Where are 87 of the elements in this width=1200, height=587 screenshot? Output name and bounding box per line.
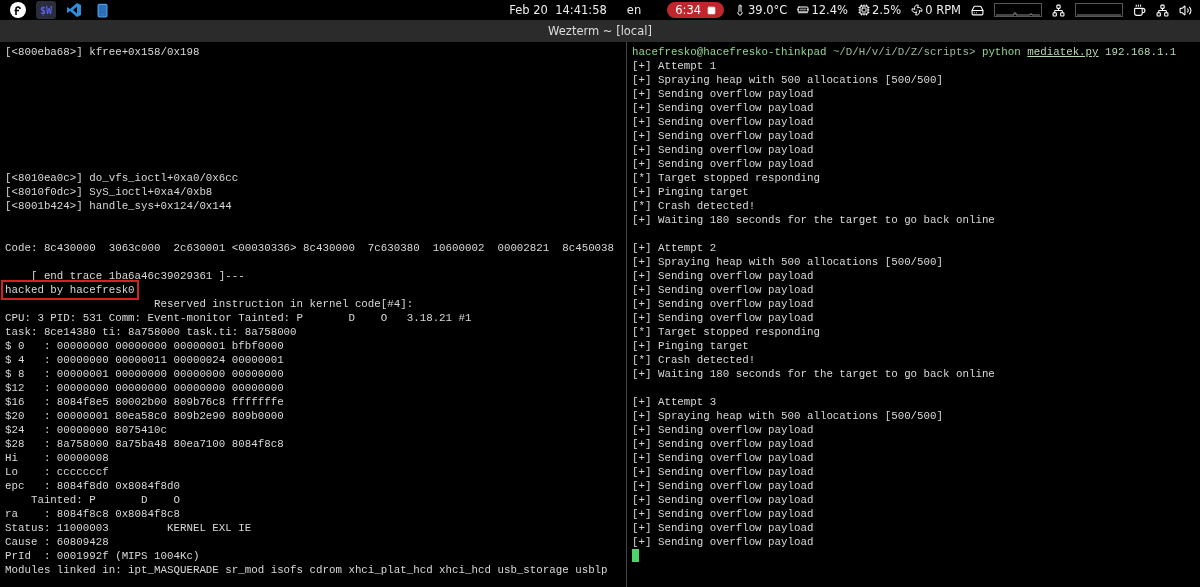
terminal-output-line: [*] Crash detected!: [632, 200, 756, 212]
terminal-output-line: $16 : 8084f8e5 80002b00 809b76c8 fffffffe: [5, 396, 284, 408]
terminal-output-line: $24 : 00000000 8075410c: [5, 424, 167, 436]
terminal-output-line: [*] Target stopped responding: [632, 172, 820, 184]
terminal-output-line: [<8001b424>] handle_sys+0x124/0x144: [5, 200, 232, 212]
command-argument: 192.168.1.1: [1105, 46, 1177, 58]
terminal-output-line: [+] Pinging target: [632, 186, 749, 198]
terminal-output-line: ra : 8084f8c8 0x8084f8c8: [5, 508, 180, 520]
network-icon[interactable]: [1156, 3, 1169, 17]
recording-indicator[interactable]: 6:34: [667, 2, 724, 18]
terminal-output-line: [+] Sending overflow payload: [632, 284, 814, 296]
terminal-output-line: [+] Sending overflow payload: [632, 298, 814, 310]
command-name: python: [981, 46, 1021, 58]
terminal-output-line: [+] Spraying heap with 500 allocations [500/500]: [632, 74, 943, 86]
fan-icon: [911, 4, 924, 16]
sensor-reading: 0 RPM: [925, 3, 961, 17]
sensor-reading: 12.4%: [811, 3, 848, 17]
clock[interactable]: Feb 20 14:41:58: [509, 3, 607, 17]
terminal-output-line: [+] Sending overflow payload: [632, 116, 814, 128]
terminal-output-line: $ 4 : 00000000 00000011 00000024 00000001: [5, 354, 284, 366]
speaker-icon[interactable]: [1179, 3, 1192, 17]
terminal-output-line: Cause : 60809428: [5, 536, 109, 548]
terminal-output-line: [+] Attempt 3: [632, 396, 717, 408]
thermometer-icon: [734, 4, 746, 16]
terminal-output-line: epc : 8084f8d0 0x8084f8d0: [5, 480, 180, 492]
terminal-output-line: $ 8 : 00000001 00000000 00000000 00000000: [5, 368, 284, 380]
prompt-user: hacefresko@hacefresko-thinkpad: [632, 46, 827, 58]
prompt-path: ~/D/H/v/i/D/Z/scripts>: [832, 46, 976, 58]
terminal-output-line: [+] Sending overflow payload: [632, 466, 814, 478]
drive-icon: [971, 3, 984, 17]
terminal-output-line: [+] Sending overflow payload: [632, 438, 814, 450]
code-editor-icon[interactable]: [66, 2, 82, 18]
command-argument: mediatek.py: [1027, 46, 1099, 58]
terminal-output-line: CPU: 3 PID: 531 Comm: Event-monitor Tainted: P D O 3.18.21 #1: [5, 312, 472, 324]
stop-icon: [707, 5, 716, 15]
terminal-output-line: [+] Spraying heap with 500 allocations [500/500]: [632, 256, 943, 268]
terminal-output-line: [+] Pinging target: [632, 340, 749, 352]
sensor-reading: 2.5%: [871, 3, 902, 17]
terminal-output-line: [+] Sending overflow payload: [632, 452, 814, 464]
terminal-output-line: [<8010f0dc>] SyS_ioctl+0xa4/0xb8: [5, 186, 213, 198]
terminal-output-line: $ 0 : 00000000 00000000 00000001 bfbf0000: [5, 340, 284, 352]
terminal-output-line: [+] Sending overflow payload: [632, 158, 814, 170]
terminal-output-line: [+] Waiting 180 seconds for the target to go back online: [632, 368, 995, 380]
terminal-output-line: [<8010ea0c>] do_vfs_ioctl+0xa0/0x6cc: [5, 172, 239, 184]
terminal-output-line: PrId : 0001992f (MIPS 1004Kc): [5, 550, 200, 562]
disk-activity-graph: [994, 3, 1042, 17]
terminal-output-line: [+] Attempt 1: [632, 60, 717, 72]
terminal-output-line: [*] Crash detected!: [632, 354, 756, 366]
terminal-output-line: [+] Attempt 2: [632, 242, 717, 254]
network-activity-graph: [1075, 3, 1123, 17]
terminal-output-line: [+] Sending overflow payload: [632, 312, 814, 324]
terminal-output-line: [+] Spraying heap with 500 allocations [500/500]: [632, 410, 943, 422]
terminal-output-line: $12 : 00000000 00000000 00000000 00000000: [5, 382, 284, 394]
terminal-output-line: Tainted: P D O: [29, 494, 180, 506]
terminal-output-line: [+] Sending overflow payload: [632, 424, 814, 436]
terminal-output-line: [+] Sending overflow payload: [632, 536, 814, 548]
terminal-output-line: Modules linked in: ipt_MASQUERADE sr_mod isofs cdrom xhci_plat_hcd xhci_hcd usb_storage usblp: [5, 564, 608, 576]
terminal-output-line: [+] Sending overflow payload: [632, 144, 814, 156]
terminal-output-line: [+] Sending overflow payload: [632, 130, 814, 142]
keyboard-language[interactable]: en: [626, 3, 642, 17]
terminal-output-line: Status: 11000003 KERNEL EXL IE: [5, 522, 252, 534]
terminal-output-line: [*] Target stopped responding: [632, 326, 820, 338]
coffee-cup-icon[interactable]: [1133, 3, 1146, 17]
window-title: Wezterm ~ [local]: [548, 24, 652, 38]
phone-icon[interactable]: [94, 2, 110, 18]
terminal-output-line: [+] Sending overflow payload: [632, 480, 814, 492]
terminal-output-line: [+] Waiting 180 seconds for the target to go back online: [632, 214, 995, 226]
terminal-output-line: $28 : 8a758000 8a75ba48 80ea7100 8084f8c8: [5, 438, 284, 450]
text-cursor: [632, 549, 639, 562]
terminal-output-line: task: 8ce14380 ti: 8a758000 task.ti: 8a758000: [5, 326, 297, 338]
sensor-reading: 39.0°C: [748, 3, 788, 17]
network-icon: [1052, 3, 1065, 17]
terminal-output-line: [+] Sending overflow payload: [632, 522, 814, 534]
terminal-output-line: Hi : 00000008: [5, 452, 109, 464]
terminal-output-line: [+] Sending overflow payload: [632, 508, 814, 520]
terminal-output-line: [+] Sending overflow payload: [632, 494, 814, 506]
terminal-output-line: Reserved instruction in kernel code[#4]:: [153, 298, 414, 310]
cpu-icon: [857, 4, 870, 16]
fedora-logo-icon[interactable]: [10, 2, 26, 18]
terminal-output-line: [+] Sending overflow payload: [632, 102, 814, 114]
terminal-output-line: [<800eba68>] kfree+0x158/0x198: [5, 46, 200, 58]
terminal-output-line: [+] Sending overflow payload: [632, 270, 814, 282]
terminal-output-line: [+] Sending overflow payload: [632, 88, 814, 100]
terminal-output-line: Code: 8c430000 3063c000 2c630001 <00030336> 8c430000 7c630380 10600002 00002821 8c450038: [5, 242, 615, 254]
terminal-output-line: Lo : cccccccf: [5, 466, 109, 478]
terminal-output-line: $20 : 00000001 80ea58c0 809b2e90 809b0000: [5, 410, 284, 422]
memory-icon: [797, 4, 810, 16]
